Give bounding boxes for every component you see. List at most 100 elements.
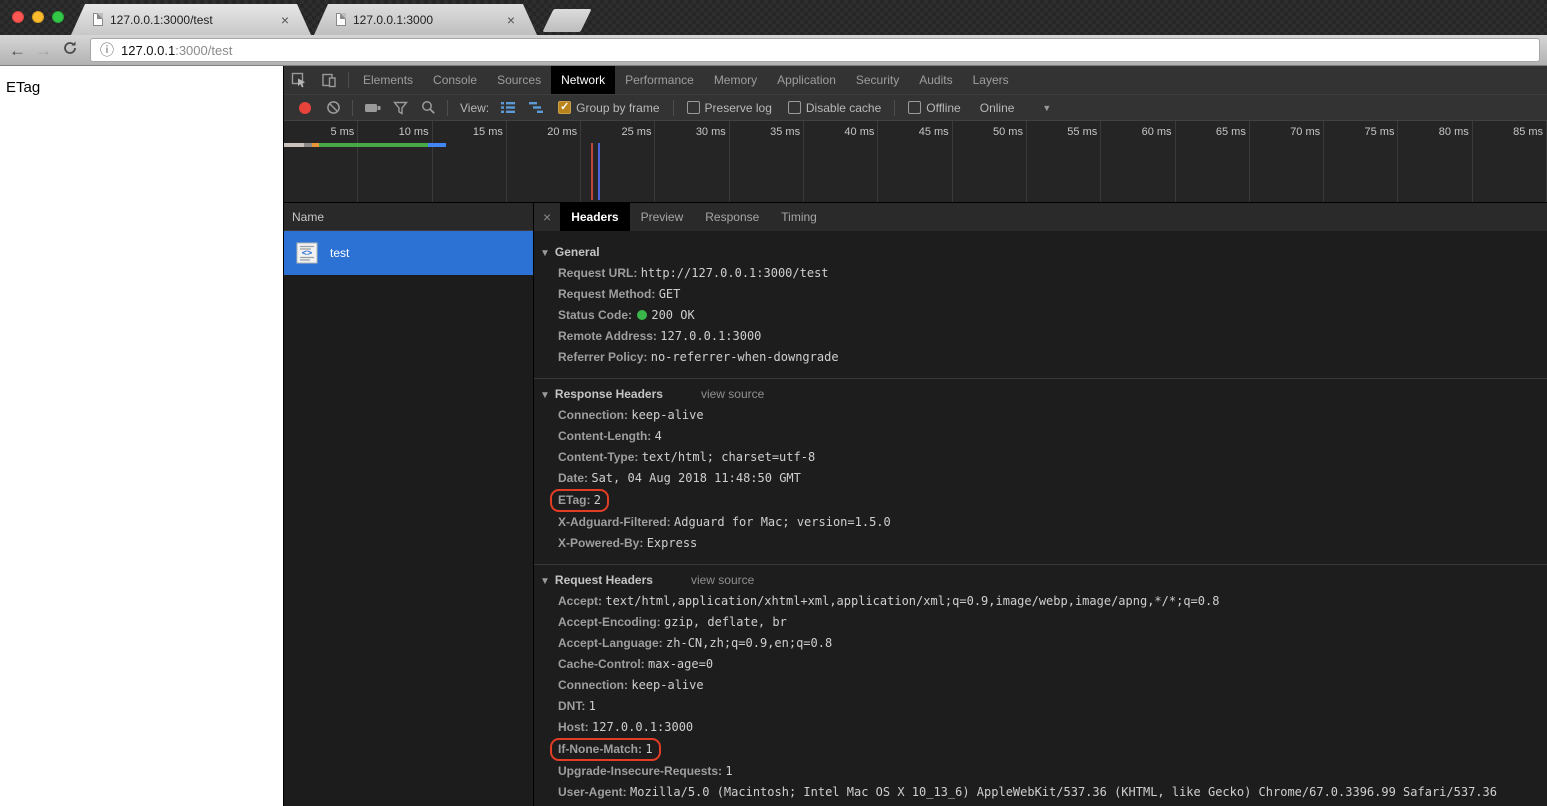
tab-close-icon[interactable]: ×	[281, 12, 289, 28]
chevron-down-icon[interactable]: ▼	[1042, 103, 1051, 113]
url-field[interactable]: ⓘ 127.0.0.1:3000/test	[90, 38, 1540, 62]
window-content: ETag Elements Console Sources Network Perfor…	[0, 66, 1547, 806]
clear-icon[interactable]	[320, 95, 346, 120]
header-row-date: Date: Sat, 04 Aug 2018 11:48:50 GMT	[558, 471, 801, 485]
header-row-remote address: Remote Address: 127.0.0.1:3000	[558, 329, 762, 343]
browser-tab-active[interactable]: 127.0.0.1:3000/test ×	[71, 4, 311, 35]
show-overview-icon[interactable]	[523, 95, 549, 120]
view-label: View:	[460, 100, 490, 115]
detail-tabs: Headers Preview Response Timing	[560, 203, 828, 231]
header-row-connection: Connection: keep-alive	[558, 678, 704, 692]
device-toolbar-icon[interactable]	[314, 66, 344, 94]
load-event-line	[591, 143, 593, 200]
throttling-select[interactable]: Online	[980, 101, 1015, 115]
page-body-text: ETag	[6, 79, 41, 96]
header-row-status code: Status Code: 200 OK	[558, 308, 695, 322]
header-row-connection: Connection: keep-alive	[558, 408, 704, 422]
disable-cache-checkbox[interactable]: Disable cache	[787, 101, 881, 115]
toolbar-separator	[672, 99, 674, 116]
close-window-button[interactable]	[12, 11, 24, 23]
devtools-tabbar: Elements Console Sources Network Performance…	[284, 66, 1547, 94]
minimize-window-button[interactable]	[32, 11, 44, 23]
section-response-headers: ▼ Response Headers view source Connection: …	[534, 379, 1547, 565]
preserve-log-checkbox[interactable]: Preserve log	[686, 101, 772, 115]
devtools-tab-memory[interactable]: Memory	[704, 66, 767, 94]
toolbar-separator	[894, 99, 896, 116]
disclosure-triangle-icon[interactable]: ▼	[540, 390, 550, 401]
status-ok-dot	[637, 310, 648, 320]
filter-icon[interactable]	[387, 95, 413, 120]
search-icon[interactable]	[415, 95, 441, 120]
tab-close-icon[interactable]: ×	[507, 12, 515, 28]
back-button[interactable]: ←	[9, 42, 26, 59]
detail-tab-preview[interactable]: Preview	[630, 203, 695, 231]
section-title: Request Headers	[554, 573, 653, 587]
new-tab-button[interactable]	[542, 9, 592, 32]
detail-tab-headers[interactable]: Headers	[560, 203, 630, 231]
timeline-tick: 55 ms	[1027, 121, 1102, 202]
header-row-upgrade-insecure-requests: Upgrade-Insecure-Requests: 1	[558, 764, 733, 778]
toolbar-separator	[447, 99, 448, 116]
header-row-content-length: Content-Length: 4	[558, 429, 662, 443]
disclosure-triangle-icon[interactable]: ▼	[540, 576, 550, 587]
view-source-link[interactable]: view source	[701, 387, 764, 401]
section-title: Response Headers	[554, 387, 663, 401]
page-favicon-icon	[336, 13, 346, 26]
page-favicon-icon	[93, 13, 103, 26]
header-row-dnt: DNT: 1	[558, 699, 596, 713]
section-header[interactable]: ▼ Request Headers view source	[534, 569, 1547, 591]
checkbox-icon[interactable]	[558, 100, 572, 114]
tab-title: 127.0.0.1:3000/test	[110, 12, 213, 27]
timeline-tick: 60 ms	[1101, 121, 1176, 202]
timeline-tick: 10 ms	[358, 121, 433, 202]
section-header[interactable]: ▼ General	[534, 241, 1547, 263]
checkbox-icon[interactable]	[686, 101, 700, 114]
inspect-element-icon[interactable]	[284, 66, 314, 94]
timeline-tick: 5 ms	[284, 121, 359, 202]
devtools-tab-network[interactable]: Network	[551, 66, 616, 94]
close-icon[interactable]: ×	[534, 209, 560, 225]
timeline-tick: 70 ms	[1250, 121, 1325, 202]
devtools-tab-console[interactable]: Console	[423, 66, 487, 94]
header-row-cache-control: Cache-Control: max-age=0	[558, 657, 714, 671]
forward-button[interactable]: →	[35, 42, 52, 59]
devtools-tab-application[interactable]: Application	[767, 66, 846, 94]
devtools-tab-performance[interactable]: Performance	[615, 66, 704, 94]
checkbox-label: Group by frame	[576, 100, 660, 115]
zoom-window-button[interactable]	[52, 11, 64, 23]
devtools-tab-sources[interactable]: Sources	[487, 66, 551, 94]
request-detail-pane: × Headers Preview Response Timing ▼ General R…	[534, 203, 1547, 806]
section-title: General	[554, 245, 600, 259]
record-button[interactable]	[292, 95, 318, 120]
browser-tab-inactive[interactable]: 127.0.0.1:3000 ×	[314, 4, 537, 35]
devtools-tab-layers[interactable]: Layers	[963, 66, 1019, 94]
offline-checkbox[interactable]: Offline	[908, 101, 961, 115]
devtools-tab-audits[interactable]: Audits	[909, 66, 962, 94]
disclosure-triangle-icon[interactable]: ▼	[540, 248, 550, 259]
request-row-test[interactable]: <> test	[284, 231, 533, 275]
devtools-tab-elements[interactable]: Elements	[353, 66, 423, 94]
capture-screenshots-icon[interactable]	[359, 95, 385, 120]
view-source-link[interactable]: view source	[691, 573, 754, 587]
detail-tab-response[interactable]: Response	[694, 203, 770, 231]
timeline-tick: 45 ms	[878, 121, 953, 202]
tab-title: 127.0.0.1:3000	[353, 12, 434, 27]
header-row-request url: Request URL: http://127.0.0.1:3000/test	[558, 266, 829, 280]
page-info-icon[interactable]: ⓘ	[100, 40, 114, 60]
timeline-tick: 85 ms	[1473, 121, 1547, 202]
request-rows: <> test	[284, 231, 533, 275]
timeline-tick: 20 ms	[507, 121, 582, 202]
waterfall-segment	[284, 143, 304, 147]
timeline-tick: 15 ms	[433, 121, 507, 202]
name-column-header[interactable]: Name	[284, 203, 533, 231]
detail-tab-timing[interactable]: Timing	[770, 203, 828, 231]
section-header[interactable]: ▼ Response Headers view source	[534, 383, 1547, 405]
checkbox-icon[interactable]	[908, 101, 922, 114]
reload-button[interactable]	[62, 40, 78, 61]
use-large-rows-icon[interactable]	[495, 95, 521, 120]
group-by-frame-checkbox[interactable]: Group by frame	[558, 100, 660, 115]
checkbox-icon[interactable]	[787, 101, 801, 114]
devtools-tab-security[interactable]: Security	[846, 66, 909, 94]
network-overview-timeline[interactable]: 5 ms 10 ms 15 ms 20 ms 25 ms 30 ms 35 ms 40 ms 4…	[284, 121, 1547, 203]
network-toolbar: View: Group by frame Preserve log Disabl…	[284, 94, 1547, 121]
